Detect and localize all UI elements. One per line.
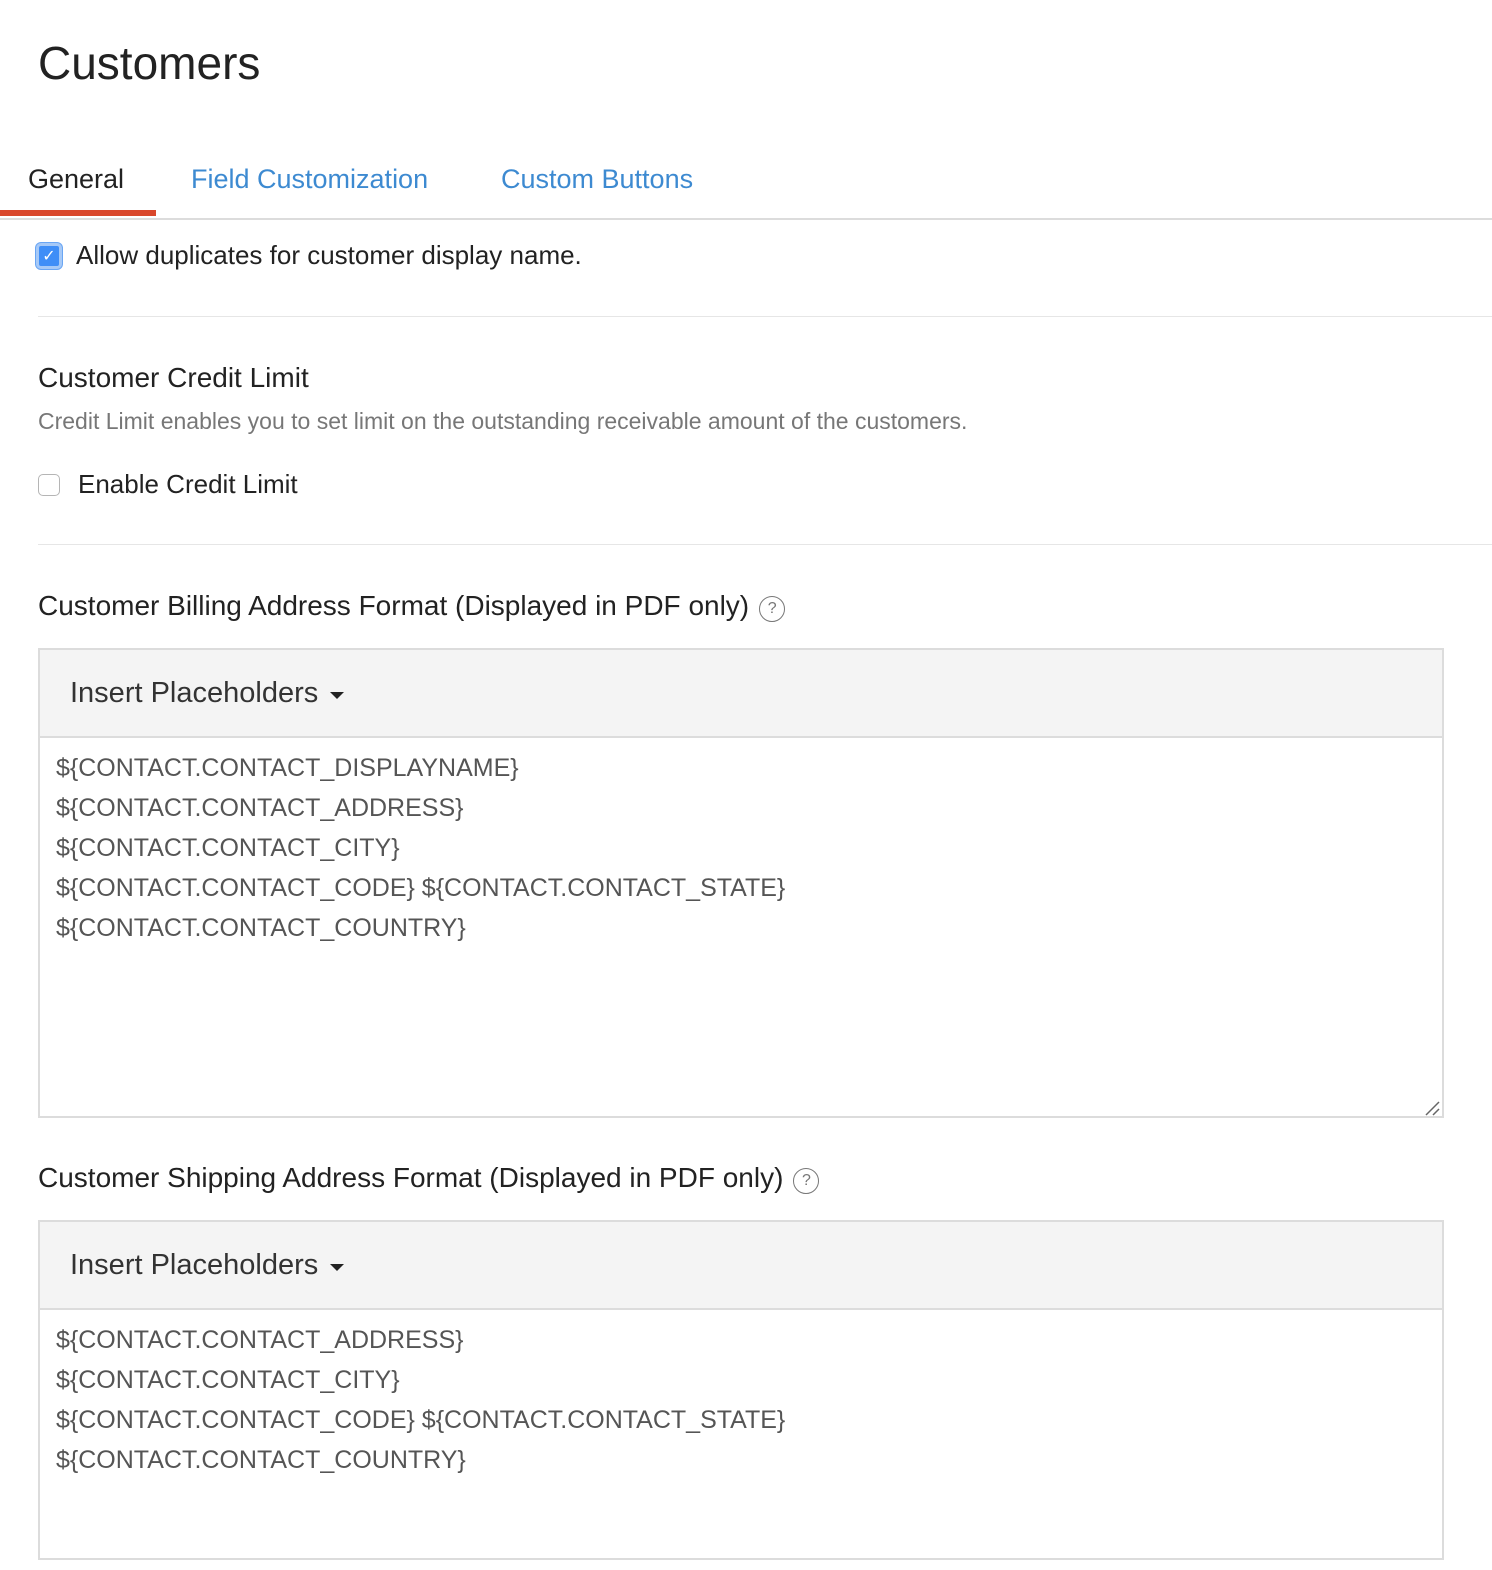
enable-credit-limit-row[interactable]: Enable Credit Limit bbox=[38, 469, 298, 500]
billing-insert-placeholders-button[interactable]: Insert Placeholders bbox=[70, 676, 345, 710]
divider bbox=[38, 544, 1492, 545]
billing-address-heading-text: Customer Billing Address Format (Display… bbox=[38, 590, 750, 621]
billing-address-textarea[interactable]: ${CONTACT.CONTACT_DISPLAYNAME} ${CONTACT… bbox=[40, 738, 1442, 1118]
caret-down-icon bbox=[330, 1263, 345, 1271]
shipping-address-heading-text: Customer Shipping Address Format (Displa… bbox=[38, 1162, 784, 1193]
resize-handle-icon[interactable] bbox=[1424, 1100, 1440, 1116]
allow-duplicates-row[interactable]: ✓ Allow duplicates for customer display … bbox=[36, 240, 582, 271]
enable-credit-limit-checkbox[interactable] bbox=[38, 473, 60, 496]
insert-placeholders-label: Insert Placeholders bbox=[70, 676, 319, 709]
template-line: ${CONTACT.CONTACT_COUNTRY} bbox=[56, 1446, 466, 1474]
credit-limit-heading: Customer Credit Limit bbox=[38, 362, 309, 393]
shipping-insert-placeholders-button[interactable]: Insert Placeholders bbox=[70, 1248, 345, 1282]
check-icon: ✓ bbox=[42, 247, 56, 265]
shipping-address-editor: Insert Placeholders ${CONTACT.CONTACT_AD… bbox=[38, 1220, 1444, 1560]
template-line: ${CONTACT.CONTACT_COUNTRY} bbox=[56, 914, 466, 942]
tab-custom-buttons[interactable]: Custom Buttons bbox=[501, 164, 693, 195]
active-tab-indicator bbox=[0, 210, 156, 216]
shipping-editor-toolbar: Insert Placeholders bbox=[40, 1222, 1442, 1310]
divider bbox=[38, 316, 1492, 317]
help-icon[interactable]: ? bbox=[793, 1168, 820, 1194]
template-line: ${CONTACT.CONTACT_CITY} bbox=[56, 834, 400, 862]
shipping-address-textarea[interactable]: ${CONTACT.CONTACT_ADDRESS} ${CONTACT.CON… bbox=[40, 1310, 1442, 1570]
template-line: ${CONTACT.CONTACT_CODE} ${CONTACT.CONTAC… bbox=[56, 874, 786, 902]
shipping-address-heading: Customer Shipping Address Format (Displa… bbox=[38, 1162, 820, 1194]
enable-credit-limit-label: Enable Credit Limit bbox=[78, 469, 298, 499]
tab-general[interactable]: General bbox=[28, 164, 124, 195]
insert-placeholders-label: Insert Placeholders bbox=[70, 1248, 319, 1281]
tab-bar: General Field Customization Custom Butto… bbox=[0, 150, 1492, 220]
template-line: ${CONTACT.CONTACT_DISPLAYNAME} bbox=[56, 754, 519, 782]
template-line: ${CONTACT.CONTACT_CITY} bbox=[56, 1366, 400, 1394]
credit-limit-description: Credit Limit enables you to set limit on… bbox=[38, 408, 968, 434]
page-title: Customers bbox=[38, 37, 261, 89]
template-line: ${CONTACT.CONTACT_CODE} ${CONTACT.CONTAC… bbox=[56, 1406, 786, 1434]
template-line: ${CONTACT.CONTACT_ADDRESS} bbox=[56, 794, 464, 822]
billing-editor-toolbar: Insert Placeholders bbox=[40, 650, 1442, 738]
tab-field-customization[interactable]: Field Customization bbox=[191, 164, 428, 195]
allow-duplicates-label: Allow duplicates for customer display na… bbox=[76, 240, 582, 270]
allow-duplicates-checkbox[interactable]: ✓ bbox=[36, 242, 62, 269]
caret-down-icon bbox=[330, 691, 345, 699]
template-line: ${CONTACT.CONTACT_ADDRESS} bbox=[56, 1326, 464, 1354]
help-icon[interactable]: ? bbox=[759, 596, 786, 622]
billing-address-editor: Insert Placeholders ${CONTACT.CONTACT_DI… bbox=[38, 648, 1444, 1118]
billing-address-heading: Customer Billing Address Format (Display… bbox=[38, 590, 786, 622]
